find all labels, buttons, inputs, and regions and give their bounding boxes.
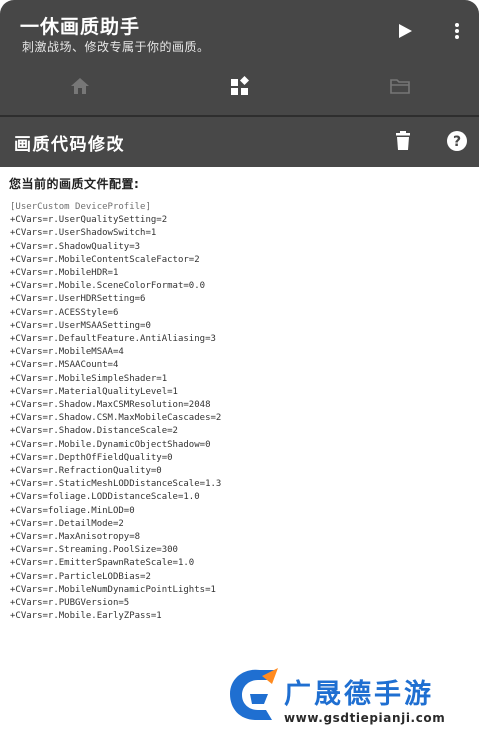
config-line: +CVars=r.Shadow.CSM.MaxMobileCascades=2	[10, 413, 222, 424]
config-line: +CVars=r.EmitterSpawnRateScale=1.0	[10, 558, 195, 569]
config-line: +CVars=r.UserQualitySetting=2	[10, 215, 168, 226]
config-line: +CVars=r.Streaming.PoolSize=300	[10, 545, 178, 556]
config-line: +CVars=r.UserShadowSwitch=1	[10, 228, 157, 239]
config-line: +CVars=r.UserMSAASetting=0	[10, 320, 151, 331]
svg-text:?: ?	[453, 134, 461, 150]
app-subtitle: 刺激战场、修改专属于你的画质。	[22, 40, 210, 54]
config-line: +CVars=r.MobileMSAA=4	[10, 347, 124, 358]
tab-indicator	[172, 103, 308, 106]
watermark-logo-icon	[230, 668, 278, 720]
app-title: 一休画质助手	[20, 16, 141, 38]
tab-bar	[0, 66, 479, 106]
widgets-icon	[230, 76, 249, 95]
config-line: +CVars=foliage.LODDistanceScale=1.0	[10, 492, 200, 503]
config-line: +CVars=r.DefaultFeature.AntiAliasing=3	[10, 334, 216, 345]
config-text-area[interactable]: [UserCustom DeviceProfile] +CVars=r.UserQ…	[10, 201, 470, 624]
config-line: +CVars=r.DetailMode=2	[10, 518, 124, 529]
config-line: +CVars=r.MobileNumDynamicPointLights=1	[10, 584, 216, 595]
tab-widgets[interactable]	[160, 66, 319, 106]
config-line: +CVars=r.Mobile.SceneColorFormat=0.0	[10, 281, 206, 292]
config-line: +CVars=r.StaticMeshLODDistanceScale=1.3	[10, 479, 222, 490]
config-panel: 您当前的画质文件配置: [UserCustom DeviceProfile] +C…	[0, 167, 479, 736]
config-line: +CVars=r.MobileSimpleShader=1	[10, 373, 168, 384]
config-line: +CVars=r.MaterialQualityLevel=1	[10, 386, 178, 397]
watermark-url: www.gsdtiepianji.com	[284, 711, 446, 725]
config-label: 您当前的画质文件配置:	[9, 177, 140, 191]
config-line: +CVars=r.ACESStyle=6	[10, 307, 119, 318]
config-line: +CVars=r.MobileHDR=1	[10, 268, 119, 279]
config-line: +CVars=r.ShadowQuality=3	[10, 241, 141, 252]
tab-home[interactable]	[0, 66, 159, 106]
home-icon	[70, 78, 89, 94]
watermark-name: 广晟德手游	[284, 679, 434, 710]
config-line: +CVars=r.ParticleLODBias=2	[10, 571, 151, 582]
config-line: +CVars=r.Mobile.EarlyZPass=1	[10, 611, 162, 622]
config-line: +CVars=r.Shadow.DistanceScale=2	[10, 426, 178, 437]
config-line: +CVars=r.MaxAnisotropy=8	[10, 532, 141, 543]
config-header-line: [UserCustom DeviceProfile]	[10, 202, 151, 212]
more-vertical-icon[interactable]	[448, 22, 466, 40]
app-bar: 一休画质助手 刺激战场、修改专属于你的画质。	[0, 0, 479, 115]
sub-header: 画质代码修改 ?	[0, 115, 479, 167]
config-line: +CVars=foliage.MinLOD=0	[10, 505, 135, 516]
config-line: +CVars=r.MobileContentScaleFactor=2	[10, 254, 200, 265]
watermark: 广晟德手游 www.gsdtiepianji.com	[222, 664, 479, 736]
subheader-title: 画质代码修改	[14, 135, 125, 155]
trash-icon[interactable]	[392, 130, 414, 152]
play-icon[interactable]	[396, 22, 414, 40]
tab-folder[interactable]	[320, 66, 479, 106]
help-icon[interactable]: ?	[446, 130, 468, 152]
config-line: +CVars=r.DepthOfFieldQuality=0	[10, 452, 173, 463]
config-line: +CVars=r.UserHDRSetting=6	[10, 294, 146, 305]
config-line: +CVars=r.MSAACount=4	[10, 360, 119, 371]
folder-icon	[389, 79, 410, 94]
config-line: +CVars=r.RefractionQuality=0	[10, 466, 162, 477]
config-line: +CVars=r.Mobile.DynamicObjectShadow=0	[10, 439, 211, 450]
config-line: +CVars=r.Shadow.MaxCSMResolution=2048	[10, 400, 211, 411]
config-line: +CVars=r.PUBGVersion=5	[10, 598, 130, 609]
